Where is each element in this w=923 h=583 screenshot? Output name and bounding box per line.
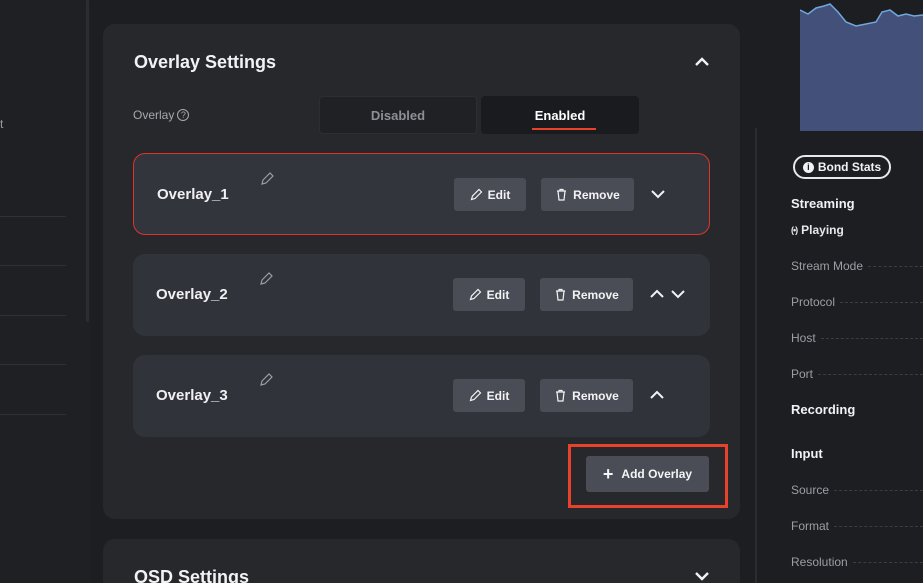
add-overlay-label: Add Overlay (621, 467, 693, 481)
streaming-status: (•) Playing (791, 223, 844, 237)
stat-row: Protocol (791, 295, 923, 309)
remove-label: Remove (572, 287, 619, 302)
pencil-icon (469, 288, 482, 301)
sidebar-divider (0, 265, 66, 266)
stat-row: Source (791, 483, 923, 497)
recording-title: Recording (791, 402, 856, 417)
overlay-enabled-option[interactable]: Enabled (481, 96, 639, 134)
remove-label: Remove (573, 187, 620, 202)
left-sidebar: t (0, 0, 90, 583)
sidebar-divider (0, 315, 66, 316)
rename-pencil-icon[interactable] (259, 373, 273, 387)
overlay-name: Overlay_2 (156, 286, 228, 303)
stat-label: Source (791, 483, 830, 497)
overlay-name: Overlay_1 (157, 186, 229, 203)
bond-stats-label: Bond Stats (817, 160, 882, 174)
streaming-title: Streaming (791, 196, 855, 211)
overlay-settings-title: Overlay Settings (134, 52, 277, 72)
trash-icon (556, 389, 566, 402)
overlay-row-1[interactable]: Overlay_1 Edit Remove (133, 153, 710, 235)
edit-button[interactable]: Edit (453, 278, 525, 311)
input-title: Input (791, 446, 823, 461)
sidebar-divider (0, 364, 66, 365)
pencil-icon (469, 389, 482, 402)
edit-button[interactable]: Edit (454, 178, 526, 211)
disabled-label: Disabled (370, 107, 426, 123)
stat-row: Host (791, 331, 923, 345)
sidebar-divider (0, 216, 66, 217)
stat-label: Protocol (791, 295, 836, 309)
overlay-row-3[interactable]: Overlay_3 Edit Remove (133, 355, 710, 437)
plus-icon: + (602, 464, 614, 484)
stat-row: Stream Mode (791, 259, 923, 273)
osd-settings-card[interactable]: OSD Settings (103, 539, 740, 583)
edit-label: Edit (486, 287, 510, 302)
chevron-up-icon[interactable] (695, 57, 709, 67)
chevron-down-icon[interactable] (651, 189, 665, 199)
chevron-up-icon[interactable] (650, 289, 664, 299)
overlay-row-2[interactable]: Overlay_2 Edit Remove (133, 254, 710, 336)
stat-row: Port (791, 367, 923, 381)
trash-icon (557, 188, 567, 201)
broadcast-icon: (•) (791, 225, 798, 235)
osd-settings-title: OSD Settings (134, 567, 250, 583)
overlay-settings-card: Overlay Settings Overlay ? Disabled Enab… (103, 24, 740, 519)
rename-pencil-icon[interactable] (259, 272, 273, 286)
remove-button[interactable]: Remove (541, 178, 634, 211)
trash-icon (556, 288, 566, 301)
stat-label: Stream Mode (791, 259, 864, 273)
overlay-disabled-option[interactable]: Disabled (319, 96, 477, 134)
sidebar-divider (0, 414, 66, 415)
chevron-up-icon[interactable] (650, 390, 664, 400)
rename-pencil-icon[interactable] (260, 172, 274, 186)
streaming-status-text: Playing (801, 223, 844, 237)
info-icon: i (802, 161, 814, 173)
selected-underline (532, 128, 596, 130)
stat-label: Resolution (791, 555, 848, 569)
edit-label: Edit (486, 388, 510, 403)
bond-stats-button[interactable]: i Bond Stats (793, 155, 891, 179)
add-overlay-button[interactable]: + Add Overlay (586, 456, 709, 492)
remove-label: Remove (572, 388, 619, 403)
edit-button[interactable]: Edit (453, 379, 525, 412)
overlay-toggle-label: Overlay ? (133, 108, 190, 122)
stat-label: Format (791, 519, 830, 533)
bitrate-graph (800, 0, 923, 131)
overlay-label-text: Overlay (133, 108, 175, 122)
sidebar-scrollbar[interactable] (86, 0, 89, 322)
remove-button[interactable]: Remove (540, 379, 633, 412)
chevron-down-icon[interactable] (671, 289, 685, 299)
overlay-name: Overlay_3 (156, 387, 228, 404)
remove-button[interactable]: Remove (540, 278, 633, 311)
stat-row: Resolution (791, 555, 923, 569)
help-icon[interactable]: ? (177, 109, 190, 121)
pencil-icon (470, 188, 483, 201)
stat-row: Format (791, 519, 923, 533)
edit-label: Edit (487, 187, 511, 202)
stat-label: Host (791, 331, 816, 345)
sidebar-text-fragment: t (0, 117, 4, 131)
panel-divider (755, 128, 757, 583)
enabled-label: Enabled (534, 107, 586, 123)
chevron-down-icon[interactable] (695, 571, 709, 581)
stat-label: Port (791, 367, 814, 381)
